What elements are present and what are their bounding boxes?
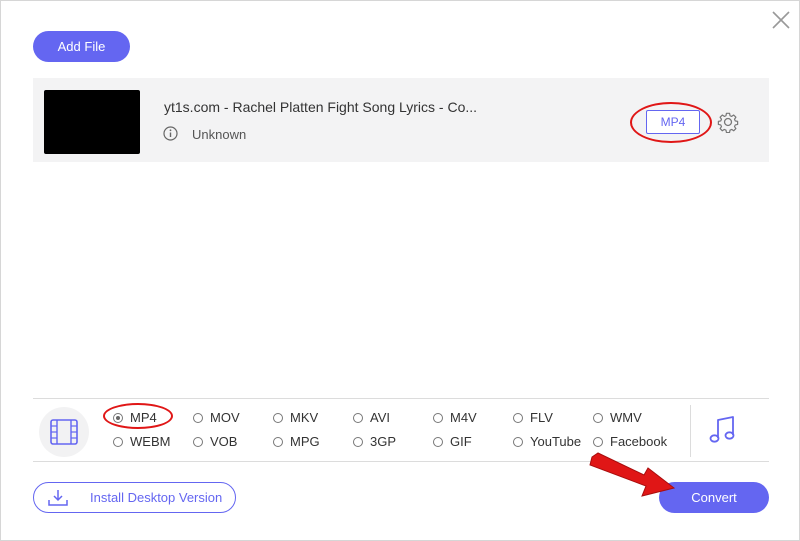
format-option-webm[interactable]: WEBM bbox=[113, 434, 170, 449]
radio-facebook[interactable] bbox=[593, 436, 603, 447]
format-label-vob: VOB bbox=[210, 434, 238, 449]
format-label-mpg: MPG bbox=[290, 434, 320, 449]
add-file-button[interactable]: Add File bbox=[33, 31, 130, 62]
convert-button[interactable]: Convert bbox=[659, 482, 769, 513]
format-option-flv[interactable]: FLV bbox=[513, 410, 553, 425]
format-label-m4v: M4V bbox=[450, 410, 477, 425]
gear-icon[interactable] bbox=[717, 111, 739, 133]
format-label-webm: WEBM bbox=[130, 434, 171, 449]
radio-mp4[interactable] bbox=[113, 412, 123, 423]
close-icon bbox=[772, 11, 790, 29]
radio-gif[interactable] bbox=[433, 436, 443, 447]
radio-mkv[interactable] bbox=[273, 412, 283, 423]
format-label-mov: MOV bbox=[210, 410, 240, 425]
install-desktop-button[interactable]: Install Desktop Version bbox=[33, 482, 236, 513]
radio-webm[interactable] bbox=[113, 436, 123, 447]
radio-mpg[interactable] bbox=[273, 436, 283, 447]
format-label-3gp: 3GP bbox=[370, 434, 397, 449]
format-label-youtube: YouTube bbox=[530, 434, 582, 449]
output-format-button[interactable]: MP4 bbox=[646, 110, 700, 134]
close-button[interactable] bbox=[768, 7, 794, 33]
info-icon[interactable] bbox=[163, 126, 178, 141]
radio-3gp[interactable] bbox=[353, 436, 363, 447]
converter-dialog: Add File yt1s.com - Rachel Platten Fight… bbox=[0, 0, 800, 541]
format-option-youtube[interactable]: YouTube bbox=[513, 434, 581, 449]
format-option-facebook[interactable]: Facebook bbox=[593, 434, 667, 449]
radio-flv[interactable] bbox=[513, 412, 523, 423]
format-label-mkv: MKV bbox=[290, 410, 319, 425]
radio-vob[interactable] bbox=[193, 436, 203, 447]
format-option-m4v[interactable]: M4V bbox=[433, 410, 477, 425]
radio-avi[interactable] bbox=[353, 412, 363, 423]
radio-wmv[interactable] bbox=[593, 412, 603, 423]
format-option-3gp[interactable]: 3GP bbox=[353, 434, 396, 449]
format-option-gif[interactable]: GIF bbox=[433, 434, 472, 449]
download-icon bbox=[48, 489, 68, 506]
format-option-vob[interactable]: VOB bbox=[193, 434, 237, 449]
format-label-wmv: WMV bbox=[610, 410, 642, 425]
format-panel: MP4 MOV MKV AVI M4V FLV WMV WEBM VOB MPG… bbox=[33, 398, 769, 462]
video-icon bbox=[50, 419, 78, 445]
panel-divider bbox=[690, 405, 691, 457]
format-label-facebook: Facebook bbox=[610, 434, 668, 449]
music-icon[interactable] bbox=[707, 414, 737, 446]
radio-mov[interactable] bbox=[193, 412, 203, 423]
radio-youtube[interactable] bbox=[513, 436, 523, 447]
format-option-avi[interactable]: AVI bbox=[353, 410, 390, 425]
format-label-avi: AVI bbox=[370, 410, 390, 425]
format-label-gif: GIF bbox=[450, 434, 472, 449]
radio-m4v[interactable] bbox=[433, 412, 443, 423]
file-name: yt1s.com - Rachel Platten Fight Song Lyr… bbox=[164, 99, 478, 115]
format-option-mkv[interactable]: MKV bbox=[273, 410, 318, 425]
format-label-mp4: MP4 bbox=[130, 410, 157, 425]
install-desktop-label: Install Desktop Version bbox=[90, 490, 223, 505]
format-label-flv: FLV bbox=[530, 410, 553, 425]
format-option-mpg[interactable]: MPG bbox=[273, 434, 320, 449]
format-option-mov[interactable]: MOV bbox=[193, 410, 240, 425]
video-tab[interactable] bbox=[39, 407, 89, 457]
file-duration: Unknown bbox=[192, 127, 247, 142]
file-row: yt1s.com - Rachel Platten Fight Song Lyr… bbox=[33, 78, 769, 162]
format-option-mp4[interactable]: MP4 bbox=[113, 410, 157, 425]
video-thumbnail bbox=[44, 90, 140, 154]
format-option-wmv[interactable]: WMV bbox=[593, 410, 642, 425]
